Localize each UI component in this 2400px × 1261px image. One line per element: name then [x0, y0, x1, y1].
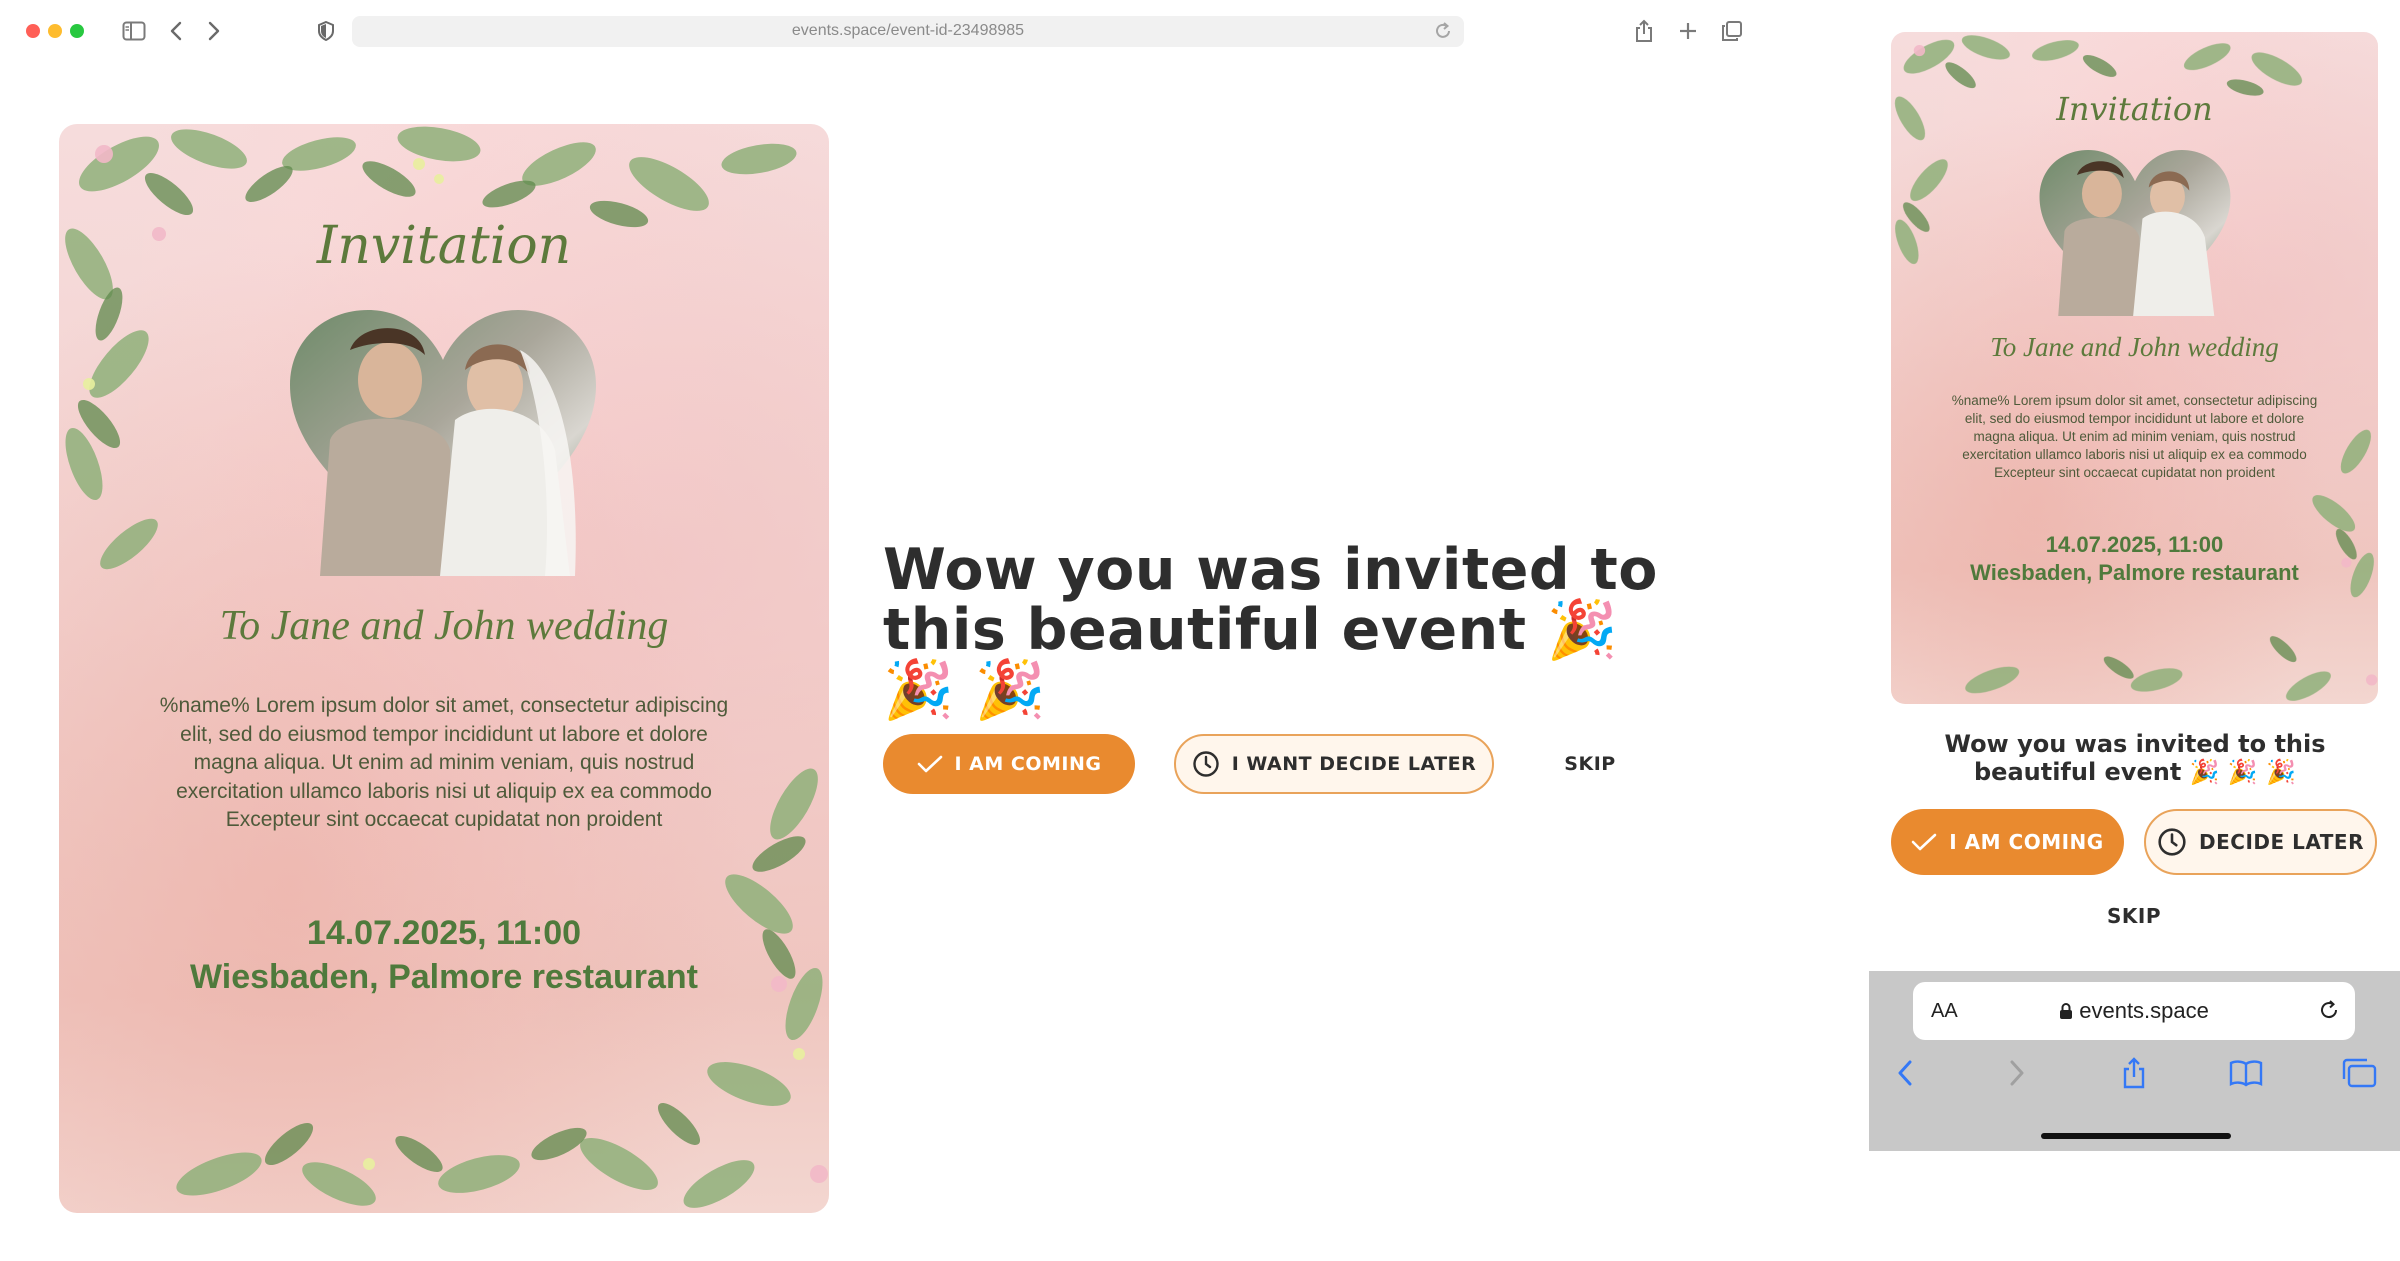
- clock-icon: [1193, 751, 1219, 777]
- privacy-shield-icon[interactable]: [312, 18, 340, 44]
- i-am-coming-label: I AM COMING: [954, 753, 1102, 775]
- close-window-button[interactable]: [26, 24, 40, 38]
- mobile-reload-icon[interactable]: [2317, 998, 2341, 1026]
- mobile-invitation-date: 14.07.2025, 11:00: [2045, 532, 2224, 557]
- back-icon[interactable]: [162, 18, 190, 44]
- couple-photo-heart: [290, 310, 596, 576]
- new-tab-icon[interactable]: [1674, 18, 1702, 44]
- tab-overview-icon[interactable]: [1718, 18, 1746, 44]
- mobile-skip-button[interactable]: SKIP: [2094, 894, 2174, 938]
- mobile-address-host: events.space: [1913, 998, 2355, 1024]
- decide-later-label: I WANT DECIDE LATER: [1231, 753, 1477, 775]
- mobile-safari-toolbar: AA events.space: [1869, 971, 2400, 1151]
- share-icon[interactable]: [1630, 18, 1658, 44]
- mobile-tabs-icon[interactable]: [2339, 1053, 2379, 1093]
- invitation-heading: Invitation: [316, 216, 572, 276]
- mobile-address-bar[interactable]: AA events.space: [1913, 982, 2355, 1040]
- invitation-body-text: %name% Lorem ipsum dolor sit amet, conse…: [159, 694, 729, 831]
- invitation-card: Invitation To Jane and John wedding %nam…: [59, 124, 829, 1213]
- mobile-share-icon[interactable]: [2114, 1053, 2154, 1093]
- zoom-window-button[interactable]: [70, 24, 84, 38]
- mobile-bookmarks-icon[interactable]: [2226, 1053, 2266, 1093]
- minimize-window-button[interactable]: [48, 24, 62, 38]
- browser-toolbar: events.space/event-id-23498985: [0, 0, 1760, 62]
- mobile-forward-icon[interactable]: [1997, 1053, 2037, 1093]
- invitation-headline: Wow you was invited to this beautiful ev…: [883, 537, 1658, 723]
- mobile-checkmark-icon: [1911, 833, 1937, 851]
- mobile-invitation-subtitle: To Jane and John wedding: [1990, 332, 2279, 362]
- decide-later-button[interactable]: I WANT DECIDE LATER: [1174, 734, 1494, 794]
- checkmark-icon: [917, 755, 942, 773]
- forward-icon[interactable]: [200, 18, 228, 44]
- skip-button[interactable]: SKIP: [1550, 734, 1630, 794]
- mobile-i-am-coming-label: I AM COMING: [1949, 830, 2104, 854]
- home-indicator: [2041, 1133, 2231, 1139]
- skip-label: SKIP: [1564, 753, 1616, 775]
- mobile-decide-later-button[interactable]: DECIDE LATER: [2144, 809, 2377, 875]
- lock-icon: [2060, 1003, 2073, 1019]
- reload-icon[interactable]: [1432, 20, 1454, 46]
- mobile-decide-later-label: DECIDE LATER: [2199, 830, 2364, 854]
- mobile-back-icon[interactable]: [1885, 1053, 1925, 1093]
- mobile-host-text: events.space: [2079, 998, 2209, 1023]
- mobile-eucalyptus-foliage-decoration: [1894, 35, 2378, 701]
- mobile-clock-icon: [2158, 828, 2186, 856]
- invitation-place: Wiesbaden, Palmore restaurant: [190, 958, 698, 996]
- mobile-invitation-heading: Invitation: [2056, 90, 2213, 128]
- mobile-i-am-coming-button[interactable]: I AM COMING: [1891, 809, 2124, 875]
- address-url: events.space/event-id-23498985: [791, 22, 1025, 39]
- mobile-couple-photo-heart: [2039, 150, 2231, 316]
- i-am-coming-button[interactable]: I AM COMING: [883, 734, 1135, 794]
- invitation-date: 14.07.2025, 11:00: [306, 914, 582, 952]
- sidebar-toggle-icon[interactable]: [120, 18, 148, 44]
- mobile-invitation-body-text: %name% Lorem ipsum dolor sit amet, conse…: [1951, 393, 2318, 480]
- invitation-subtitle: To Jane and John wedding: [219, 603, 669, 649]
- mobile-invitation-place: Wiesbaden, Palmore restaurant: [1970, 560, 2299, 585]
- mobile-invitation-card: Invitation To Jane and John wedding %nam…: [1891, 32, 2378, 704]
- mobile-skip-label: SKIP: [2106, 904, 2161, 928]
- address-bar[interactable]: events.space/event-id-23498985: [352, 16, 1464, 47]
- mobile-invitation-headline: Wow you was invited to this beautiful ev…: [1944, 730, 2326, 786]
- eucalyptus-foliage-decoration: [65, 126, 828, 1208]
